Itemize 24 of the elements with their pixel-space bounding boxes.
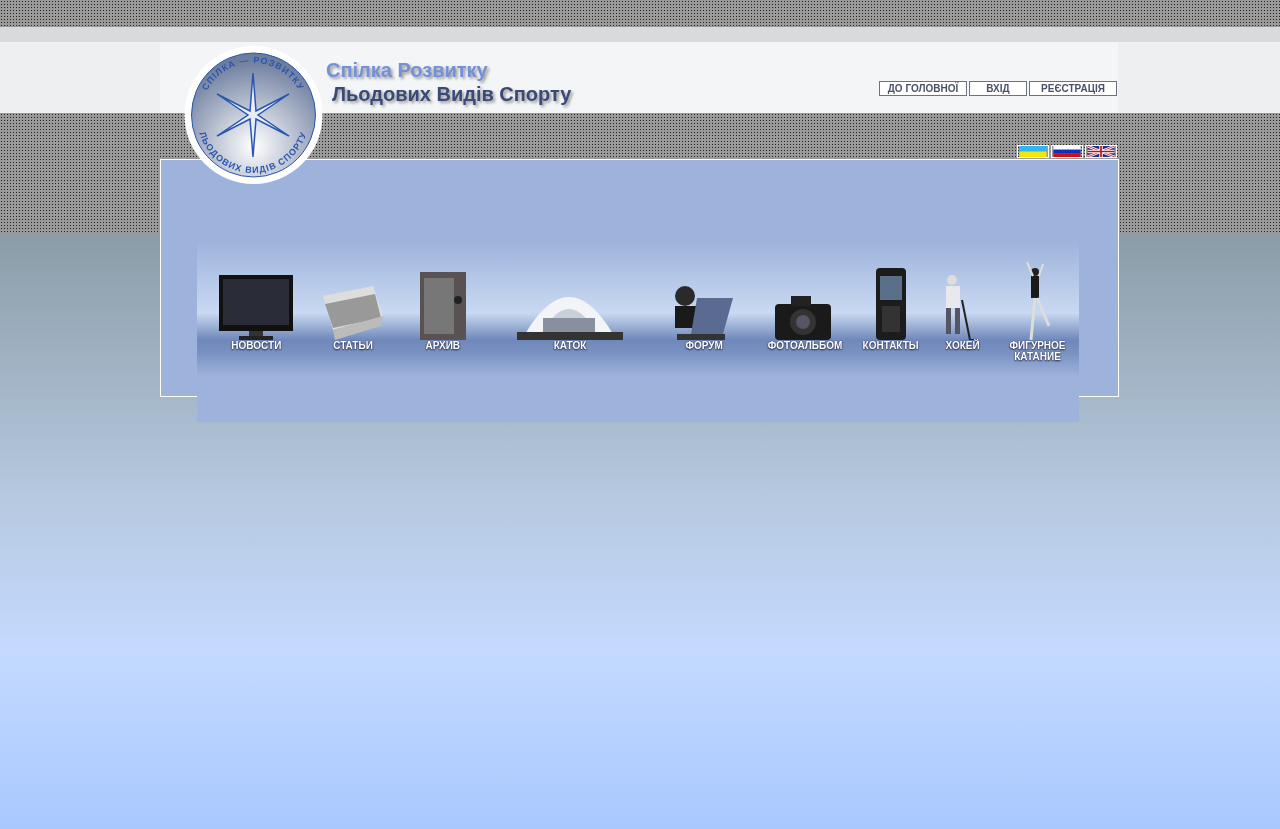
site-title: Спілка Розвитку <box>326 60 489 80</box>
menu-item[interactable]: ФОТОАЛЬБОМ <box>753 240 853 351</box>
menu-label: НОВОСТИ <box>231 340 282 351</box>
menu-label: ХОКЕЙ <box>945 340 980 351</box>
menu-label: ФИГУРНОЕ КАТАНИЕ <box>1008 340 1067 362</box>
menu-label: АРХИВ <box>425 340 461 351</box>
menu-label: СТАТЬИ <box>333 340 373 351</box>
menu-item[interactable]: ФИГУРНОЕ КАТАНИЕ <box>996 240 1079 362</box>
menu-label: ФОРУМ <box>685 340 723 351</box>
uk-flag-icon[interactable] <box>1085 145 1117 158</box>
menu-label: КОНТАКТЫ <box>862 340 919 351</box>
menu-item[interactable]: КАТОК <box>485 240 655 351</box>
nav-link[interactable]: ВХІД <box>969 81 1027 96</box>
menu-item[interactable]: СТАТЬИ <box>305 240 401 351</box>
russia-flag-icon[interactable] <box>1051 145 1083 158</box>
menu-item[interactable]: ХОКЕЙ <box>929 240 997 351</box>
nav-link[interactable]: РЕЄСТРАЦІЯ <box>1029 81 1117 96</box>
menu-label: КАТОК <box>553 340 587 351</box>
nav-link[interactable]: ДО ГОЛОВНОЇ <box>879 81 967 96</box>
menu-item[interactable]: НОВОСТИ <box>207 240 306 351</box>
menu-item[interactable]: КОНТАКТЫ <box>852 240 930 351</box>
menu-item[interactable]: АРХИВ <box>400 240 486 351</box>
site-subtitle: Льодових Видів Спорту <box>332 84 572 104</box>
menu-item[interactable]: ФОРУМ <box>654 240 754 351</box>
